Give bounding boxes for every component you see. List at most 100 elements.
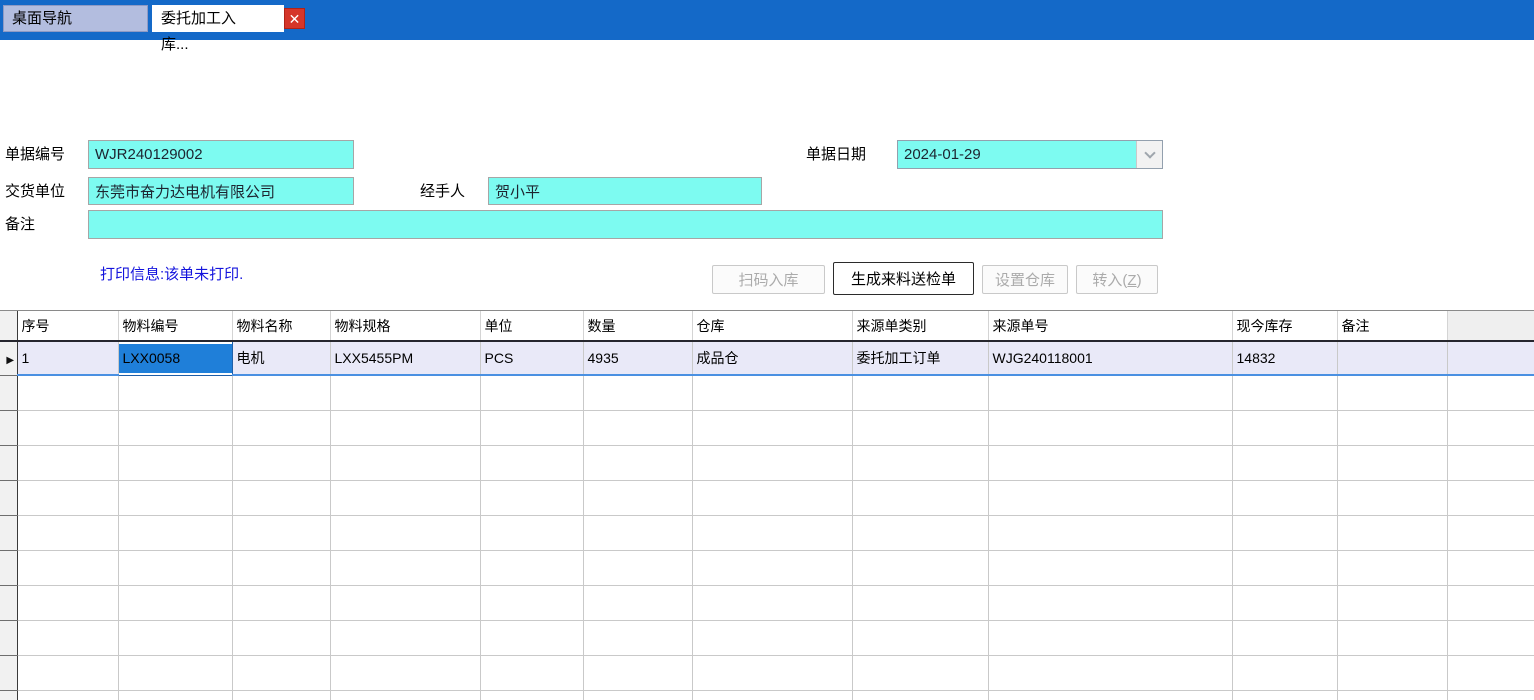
empty-grid-cell[interactable]	[232, 550, 330, 585]
empty-grid-cell[interactable]	[1337, 480, 1447, 515]
empty-grid-cell[interactable]	[330, 620, 480, 655]
empty-grid-cell[interactable]	[988, 620, 1232, 655]
empty-grid-cell[interactable]	[583, 375, 692, 410]
doc-no-input[interactable]	[88, 140, 354, 169]
empty-grid-cell[interactable]	[330, 480, 480, 515]
column-header-9[interactable]: 来源单号	[988, 311, 1232, 341]
empty-grid-cell[interactable]	[480, 410, 583, 445]
empty-grid-cell[interactable]	[330, 690, 480, 700]
grid-cell[interactable]	[1337, 341, 1447, 375]
empty-grid-cell[interactable]	[480, 375, 583, 410]
column-header-10[interactable]: 现今库存	[1232, 311, 1337, 341]
empty-grid-cell[interactable]	[232, 410, 330, 445]
empty-grid-cell[interactable]	[852, 585, 988, 620]
set-warehouse-button[interactable]: 设置仓库	[982, 265, 1068, 294]
empty-grid-cell[interactable]	[1232, 585, 1337, 620]
empty-grid-cell[interactable]	[692, 655, 852, 690]
column-header-5[interactable]: 单位	[480, 311, 583, 341]
column-header-4[interactable]: 物料规格	[330, 311, 480, 341]
doc-date-dropdown-button[interactable]	[1136, 141, 1162, 168]
empty-grid-cell[interactable]	[692, 480, 852, 515]
empty-grid-cell[interactable]	[1232, 550, 1337, 585]
empty-grid-cell[interactable]	[988, 655, 1232, 690]
empty-grid-cell[interactable]	[118, 585, 232, 620]
grid-cell[interactable]: WJG240118001	[988, 341, 1232, 375]
column-header-7[interactable]: 仓库	[692, 311, 852, 341]
doc-date-combobox[interactable]	[897, 140, 1163, 169]
empty-grid-cell[interactable]	[480, 655, 583, 690]
empty-grid-cell[interactable]	[17, 655, 118, 690]
grid-cell[interactable]: 委托加工订单	[852, 341, 988, 375]
empty-grid-cell[interactable]	[583, 515, 692, 550]
tab-desktop-navigation[interactable]: 桌面导航	[3, 5, 148, 32]
close-tab-icon[interactable]: ✕	[284, 8, 305, 29]
empty-grid-cell[interactable]	[330, 445, 480, 480]
empty-grid-cell[interactable]	[118, 445, 232, 480]
empty-grid-cell[interactable]	[988, 375, 1232, 410]
supplier-input[interactable]	[88, 177, 354, 205]
empty-grid-cell[interactable]	[330, 585, 480, 620]
empty-grid-cell[interactable]	[17, 410, 118, 445]
empty-grid-cell[interactable]	[852, 690, 988, 700]
empty-grid-cell[interactable]	[330, 515, 480, 550]
empty-grid-cell[interactable]	[583, 445, 692, 480]
empty-grid-cell[interactable]	[232, 690, 330, 700]
empty-grid-cell[interactable]	[118, 480, 232, 515]
empty-grid-cell[interactable]	[1232, 515, 1337, 550]
handler-input[interactable]	[488, 177, 762, 205]
grid-cell[interactable]: 4935	[583, 341, 692, 375]
empty-grid-cell[interactable]	[232, 375, 330, 410]
empty-grid-cell[interactable]	[480, 690, 583, 700]
empty-grid-cell[interactable]	[852, 410, 988, 445]
empty-grid-cell[interactable]	[17, 620, 118, 655]
empty-grid-cell[interactable]	[1232, 410, 1337, 445]
empty-grid-cell[interactable]	[583, 690, 692, 700]
empty-grid-cell[interactable]	[1337, 515, 1447, 550]
column-header-11[interactable]: 备注	[1337, 311, 1447, 341]
row-selector[interactable]	[0, 515, 17, 550]
grid-cell[interactable]: 1	[17, 341, 118, 375]
row-selector[interactable]	[0, 585, 17, 620]
empty-grid-cell[interactable]	[232, 480, 330, 515]
empty-grid-cell[interactable]	[232, 620, 330, 655]
empty-grid-cell[interactable]	[1232, 620, 1337, 655]
grid-cell[interactable]: 14832	[1232, 341, 1337, 375]
grid-cell[interactable]: 成品仓	[692, 341, 852, 375]
empty-grid-cell[interactable]	[118, 410, 232, 445]
empty-grid-cell[interactable]	[1337, 410, 1447, 445]
row-selector[interactable]	[0, 655, 17, 690]
empty-grid-cell[interactable]	[232, 585, 330, 620]
empty-grid-cell[interactable]	[852, 445, 988, 480]
empty-grid-cell[interactable]	[1447, 690, 1534, 700]
empty-grid-cell[interactable]	[1447, 375, 1534, 410]
empty-grid-cell[interactable]	[17, 585, 118, 620]
transfer-button[interactable]: 转入(Z)	[1076, 265, 1158, 294]
doc-date-input[interactable]	[898, 141, 1136, 168]
grid-cell[interactable]: LXX5455PM	[330, 341, 480, 375]
empty-grid-cell[interactable]	[988, 550, 1232, 585]
empty-grid-cell[interactable]	[480, 515, 583, 550]
empty-grid-cell[interactable]	[1337, 375, 1447, 410]
empty-grid-cell[interactable]	[17, 515, 118, 550]
empty-grid-cell[interactable]	[852, 620, 988, 655]
grid-cell[interactable]: LXX0058	[118, 341, 232, 375]
empty-grid-cell[interactable]	[988, 445, 1232, 480]
empty-grid-cell[interactable]	[1337, 550, 1447, 585]
empty-grid-cell[interactable]	[1337, 620, 1447, 655]
empty-grid-cell[interactable]	[330, 410, 480, 445]
empty-grid-cell[interactable]	[480, 585, 583, 620]
empty-grid-cell[interactable]	[852, 515, 988, 550]
remark-input[interactable]	[88, 210, 1163, 239]
empty-grid-cell[interactable]	[692, 375, 852, 410]
grid-cell[interactable]: 电机	[232, 341, 330, 375]
tab-consignment-inbound[interactable]: 委托加工入库... ✕	[152, 5, 284, 32]
empty-grid-cell[interactable]	[852, 375, 988, 410]
empty-grid-cell[interactable]	[480, 480, 583, 515]
empty-grid-cell[interactable]	[1447, 585, 1534, 620]
empty-grid-cell[interactable]	[330, 375, 480, 410]
scan-inbound-button[interactable]: 扫码入库	[712, 265, 825, 294]
empty-grid-cell[interactable]	[1447, 550, 1534, 585]
empty-grid-cell[interactable]	[988, 480, 1232, 515]
empty-grid-cell[interactable]	[17, 550, 118, 585]
empty-grid-cell[interactable]	[583, 410, 692, 445]
